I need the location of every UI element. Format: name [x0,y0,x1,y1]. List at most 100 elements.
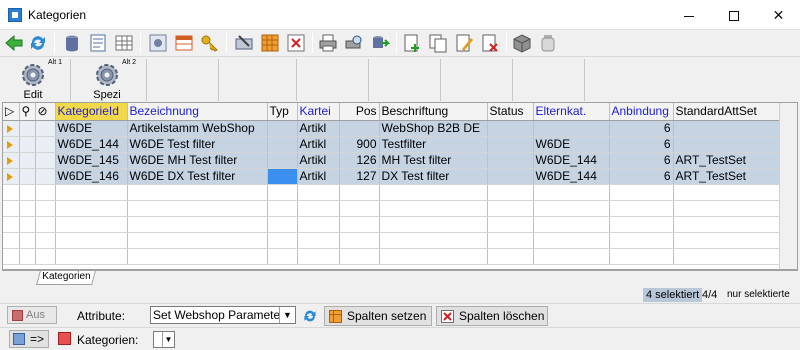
cell-pos[interactable]: 127 [339,168,380,185]
grid-header-row: ▷ ⚲ ⊘ KategorieId Bezeichnung Typ Kartei… [3,103,780,121]
cell-bezeichnung[interactable]: W6DE DX Test filter [127,168,268,185]
column-header-kategorieid[interactable]: KategorieId [55,103,128,121]
edit-record-icon[interactable] [454,33,474,53]
column-header-anbindung[interactable]: Anbindung [609,103,674,121]
column-header-typ[interactable]: Typ [267,103,298,121]
column-header-status[interactable]: Status [487,103,534,121]
column-header-elternkat[interactable]: Elternkat. [533,103,610,121]
bottom-row: => Kategorien: ▼ [0,327,800,350]
cell-kategorieid[interactable]: W6DE_146 [55,168,128,185]
cell-bezeichnung[interactable]: W6DE Test filter [127,136,268,153]
attachment-icon[interactable]: ⊘ [35,103,56,121]
form-view-icon[interactable] [88,33,108,53]
kategorien-select[interactable]: ▼ [153,331,175,348]
table-icon[interactable] [174,33,194,53]
cell-standardattset[interactable]: ART_TestSet [673,152,780,169]
cell-typ[interactable] [267,120,298,137]
delete-columns-button[interactable]: Spalten löschen [436,306,548,326]
pin-icon[interactable]: ⚲ [19,103,36,121]
cell-beschriftung[interactable]: Testfilter [379,136,488,153]
row-indicator-header[interactable]: ▷ [3,103,20,121]
column-header-pos[interactable]: Pos [339,103,380,121]
cell-kartei[interactable]: Artikl [297,152,340,169]
grid-orange-icon[interactable] [260,33,280,53]
table-row[interactable]: W6DE_145 W6DE MH Test filter Artikl 126 MH T… [3,152,780,169]
maximize-button[interactable] [711,0,756,30]
table-row[interactable]: W6DE_144 W6DE Test filter Artikl 900 Testfil… [3,136,780,153]
close-button[interactable]: ✕ [756,0,800,30]
cell-typ[interactable] [267,168,298,185]
key-icon[interactable] [200,33,220,53]
cell-beschriftung[interactable]: DX Test filter [379,168,488,185]
cell-status[interactable] [487,152,534,169]
grid-view-icon[interactable] [114,33,134,53]
cell-status[interactable] [487,136,534,153]
tools-icon[interactable] [234,33,254,53]
settings-icon[interactable] [148,33,168,53]
cell-beschriftung[interactable]: WebShop B2B DE [379,120,488,137]
row-indicator-icon[interactable] [3,120,20,137]
cell-bezeichnung[interactable]: Artikelstamm WebShop [127,120,268,137]
cell-kategorieid[interactable]: W6DE [55,120,128,137]
cell-kartei[interactable]: Artikl [297,136,340,153]
column-header-beschriftung[interactable]: Beschriftung [379,103,488,121]
attribute-set-select[interactable]: Set Webshop Parameter ▼ [150,306,296,324]
cell-kategorieid[interactable]: W6DE_144 [55,136,128,153]
cell-standardattset[interactable] [673,136,780,153]
row-indicator-icon[interactable] [3,168,20,185]
jar-icon[interactable] [538,33,558,53]
delete-grid-icon[interactable] [286,33,306,53]
refresh-icon[interactable] [302,308,318,324]
print-icon[interactable] [318,33,338,53]
cell-elternkat[interactable]: W6DE_144 [533,168,610,185]
spezi-button[interactable]: Alt 2 Spezi [84,57,144,103]
delete-record-icon[interactable] [480,33,500,53]
column-header-standardattset[interactable]: StandardAttSet [673,103,780,121]
column-header-kartei[interactable]: Kartei [297,103,340,121]
table-row[interactable]: W6DE Artikelstamm WebShop Artikl WebShop B2… [3,120,780,137]
cell-elternkat[interactable]: W6DE_144 [533,152,610,169]
cell-anbindung[interactable]: 6 [609,152,674,169]
cell-elternkat[interactable] [533,120,610,137]
cell-pos[interactable] [339,120,380,137]
cell-kartei[interactable]: Artikl [297,120,340,137]
row-indicator-icon[interactable] [3,136,20,153]
column-header-bezeichnung[interactable]: Bezeichnung [127,103,268,121]
edit-button[interactable]: Alt 1 Edit [10,57,70,103]
cell-typ[interactable] [267,152,298,169]
row-indicator-icon[interactable] [3,152,20,169]
navigate-button[interactable]: => [9,330,49,348]
cell-elternkat[interactable]: W6DE [533,136,610,153]
cell-bezeichnung[interactable]: W6DE MH Test filter [127,152,268,169]
tab-kategorien[interactable]: Kategorien [36,271,96,285]
set-columns-button[interactable]: Spalten setzen [324,306,432,326]
cell-kategorieid[interactable]: W6DE_145 [55,152,128,169]
minimize-button[interactable] [666,0,711,30]
aus-button[interactable]: Aus [7,306,57,324]
cell-pos[interactable]: 900 [339,136,380,153]
cell-anbindung[interactable]: 6 [609,168,674,185]
vertical-scrollbar[interactable] [779,103,797,269]
database-icon[interactable] [62,33,82,53]
table-row[interactable]: W6DE_146 W6DE DX Test filter Artikl 127 DX T… [3,168,780,185]
export-icon[interactable] [370,33,390,53]
cell-status[interactable] [487,120,534,137]
cell-beschriftung[interactable]: MH Test filter [379,152,488,169]
cell-typ[interactable] [267,136,298,153]
cell-kartei[interactable]: Artikl [297,168,340,185]
empty-cell [267,248,298,265]
refresh-icon[interactable] [28,33,48,53]
package-icon[interactable] [512,33,532,53]
cell-standardattset[interactable]: ART_TestSet [673,168,780,185]
print-preview-icon[interactable] [344,33,364,53]
cell-pos[interactable]: 126 [339,152,380,169]
cell-status[interactable] [487,168,534,185]
cell-anbindung[interactable]: 6 [609,120,674,137]
cell-anbindung[interactable]: 6 [609,136,674,153]
copy-record-icon[interactable] [428,33,448,53]
only-selected-toggle[interactable]: nur selektierte [727,288,790,302]
back-icon[interactable] [4,33,24,53]
data-grid[interactable]: ▷ ⚲ ⊘ KategorieId Bezeichnung Typ Kartei… [2,102,798,270]
cell-standardattset[interactable] [673,120,780,137]
new-record-icon[interactable] [402,33,422,53]
